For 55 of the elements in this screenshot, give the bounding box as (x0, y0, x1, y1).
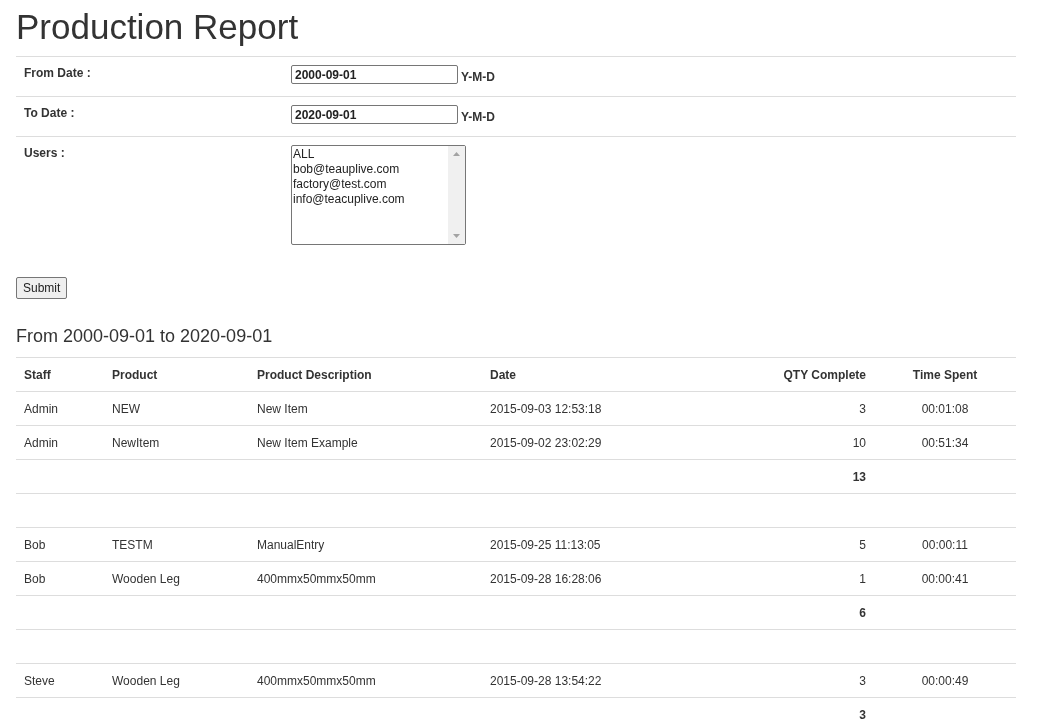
column-header: Time Spent (912, 367, 978, 382)
list-option[interactable]: ALL (292, 147, 448, 162)
table-cell: 5 (859, 537, 866, 552)
scrollbar-drawing[interactable] (448, 146, 465, 244)
range-heading: From 2000-09-01 to 2020-09-01 (16, 325, 274, 347)
list-option[interactable]: factory@test.com (292, 177, 448, 192)
table-cell: 400mmx50mmx50mm (257, 673, 376, 688)
column-header: Product (112, 367, 158, 382)
list-option[interactable]: bob@teauplive.com (292, 162, 448, 177)
table-cell: 00:00:49 (921, 673, 969, 688)
column-header: Product Description (257, 367, 372, 382)
table-cell: Wooden Leg (112, 673, 180, 688)
total-cell: 3 (859, 707, 866, 722)
table-cell: 2015-09-28 16:28:06 (490, 571, 602, 586)
table-cell: 3 (859, 401, 866, 416)
table-cell: 00:00:11 (922, 537, 968, 552)
table-cell: NEW (112, 401, 140, 416)
table-cell: Admin (24, 401, 58, 416)
table-cell: Bob (24, 537, 46, 552)
table-cell: Admin (24, 435, 58, 450)
field-label: To Date : (24, 105, 76, 122)
table-cell: 00:51:34 (921, 435, 969, 450)
date-field[interactable]: 2000-09-01 (291, 65, 458, 84)
table-cell: Steve (24, 673, 55, 688)
users-listbox[interactable]: ALL bob@teauplive.com factory@test.com info@teacuplive.com (291, 145, 466, 245)
field-label: Users : (24, 145, 66, 162)
list-option[interactable]: info@teacuplive.com (292, 192, 448, 207)
column-header: QTY Complete (783, 367, 866, 382)
format-hint: Y-M-D (461, 109, 495, 124)
column-header: Date (490, 367, 516, 382)
table-cell: 00:00:41 (921, 571, 969, 586)
table-cell: 1 (859, 571, 866, 586)
table-cell: 2015-09-02 23:02:29 (490, 435, 602, 450)
date-field[interactable]: 2020-09-01 (291, 105, 458, 124)
table-cell: New Item Example (257, 435, 358, 450)
format-hint: Y-M-D (461, 69, 495, 84)
table-cell: 400mmx50mmx50mm (257, 571, 376, 586)
total-cell: 13 (852, 469, 866, 484)
table-cell: Wooden Leg (112, 571, 180, 586)
table-cell: 10 (852, 435, 866, 450)
table-cell: ManualEntry (257, 537, 325, 552)
table-cell: NewItem (112, 435, 160, 450)
table-cell: 00:01:08 (921, 401, 969, 416)
table-cell: 3 (859, 673, 866, 688)
submit-button[interactable]: Submit (16, 277, 68, 299)
table-cell: 2015-09-25 11:13:05 (490, 537, 601, 552)
field-label: From Date : (24, 65, 92, 82)
table-cell: New Item (257, 401, 308, 416)
total-cell: 6 (859, 605, 866, 620)
table-cell: TESTM (112, 537, 153, 552)
table-cell: 2015-09-03 12:53:18 (490, 401, 602, 416)
page-title: Production Report (16, 6, 300, 48)
column-header: Staff (24, 367, 51, 382)
table-cell: 2015-09-28 13:54:22 (490, 673, 602, 688)
table-cell: Bob (24, 571, 46, 586)
